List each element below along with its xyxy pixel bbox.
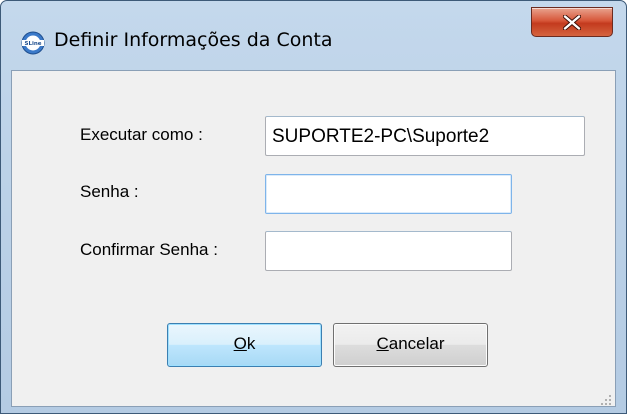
dialog-window: SLine Definir Informações da Conta Execu… bbox=[0, 0, 627, 414]
run-as-field[interactable]: SUPORTE2-PC\Suporte2 bbox=[265, 116, 585, 156]
ok-label: k bbox=[246, 334, 256, 353]
cancel-mnemonic: C bbox=[376, 334, 389, 353]
close-button[interactable] bbox=[531, 7, 613, 37]
password-label: Senha : bbox=[80, 182, 139, 201]
title-bar[interactable]: SLine Definir Informações da Conta bbox=[1, 1, 626, 71]
resize-grip-icon[interactable] bbox=[600, 391, 612, 405]
confirm-password-field[interactable] bbox=[265, 231, 512, 271]
ok-button[interactable]: Ok bbox=[167, 323, 322, 367]
ok-mnemonic: O bbox=[233, 334, 247, 353]
window-title: Definir Informações da Conta bbox=[54, 29, 333, 51]
svg-text:SLine: SLine bbox=[25, 41, 42, 47]
cancel-label: ancelar bbox=[388, 334, 445, 353]
dialog-content: Executar como : SUPORTE2-PC\Suporte2 Sen… bbox=[11, 70, 616, 407]
close-icon bbox=[563, 15, 581, 30]
run-as-label: Executar como : bbox=[80, 125, 203, 144]
app-icon: SLine bbox=[21, 31, 45, 55]
cancel-button[interactable]: Cancelar bbox=[333, 323, 488, 367]
password-field[interactable] bbox=[265, 174, 512, 214]
confirm-password-label: Confirmar Senha : bbox=[80, 240, 218, 259]
